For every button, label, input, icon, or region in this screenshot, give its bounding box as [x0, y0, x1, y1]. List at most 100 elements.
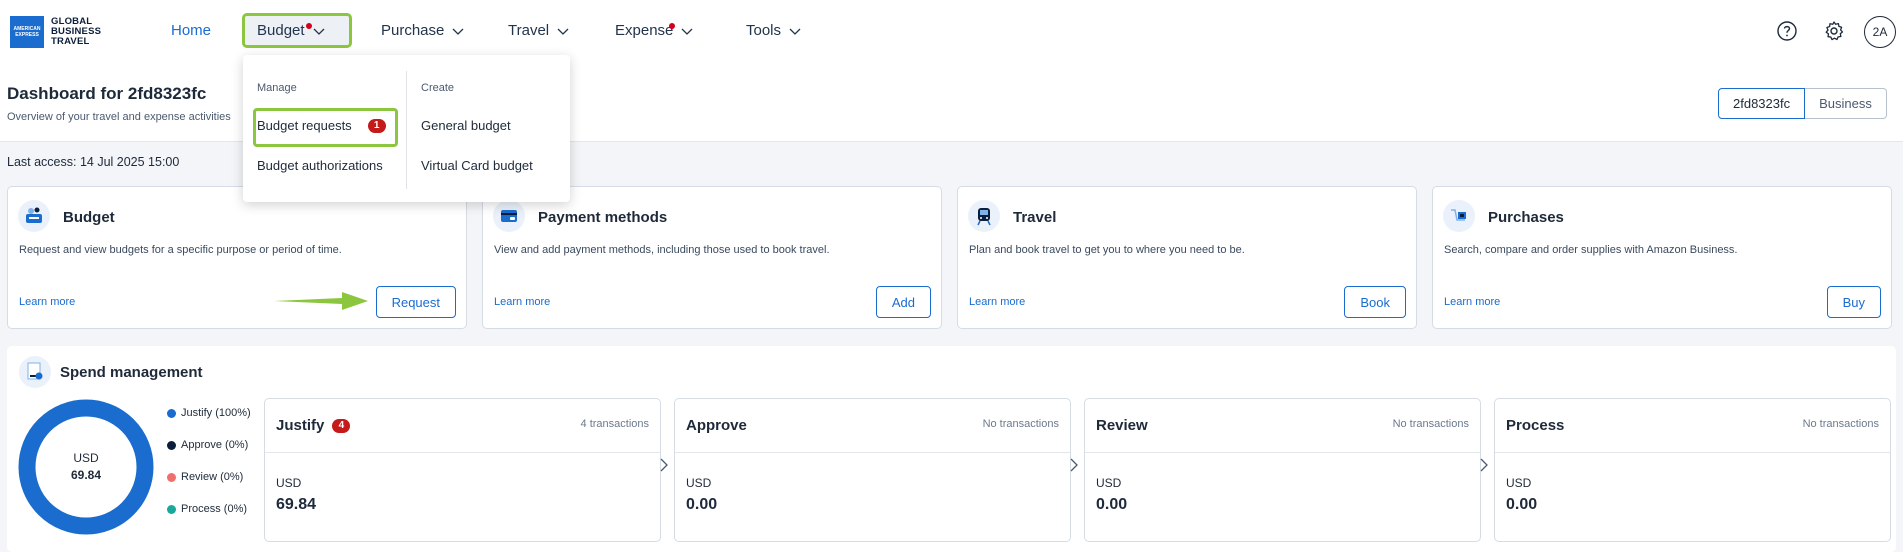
- nav-home-label: Home: [171, 22, 212, 39]
- stage-title: Approve: [686, 417, 747, 434]
- stage-review[interactable]: Review No transactions USD 0.00: [1084, 398, 1481, 542]
- budget-icon: [18, 200, 50, 232]
- request-button[interactable]: Request: [375, 286, 456, 318]
- document-icon: [19, 356, 51, 388]
- nav-budget[interactable]: Budget: [257, 22, 325, 39]
- top-navigation-bar: AMERICAN EXPRESS GLOBAL BUSINESS TRAVEL …: [0, 0, 1903, 62]
- legend-label: Review (0%): [181, 471, 244, 483]
- card-description: View and add payment methods, including …: [494, 244, 830, 256]
- chevron-right-icon: [660, 458, 668, 472]
- nav-tools-label: Tools: [746, 22, 782, 39]
- legend-item-process: Process (0%): [167, 493, 251, 525]
- donut-total: 69.84: [70, 468, 102, 482]
- card-description: Plan and book travel to get you to where…: [969, 244, 1245, 256]
- menu-item-budget-authorizations[interactable]: Budget authorizations: [257, 158, 383, 173]
- shopping-icon: [1443, 200, 1475, 232]
- stage-approve[interactable]: Approve No transactions USD 0.00: [674, 398, 1071, 542]
- learn-more-link[interactable]: Learn more: [1444, 296, 1500, 308]
- nav-travel-label: Travel: [508, 22, 550, 39]
- stage-currency: USD: [686, 476, 712, 490]
- justify-count-badge: 4: [332, 418, 351, 433]
- nav-home[interactable]: Home: [171, 22, 211, 39]
- buy-button[interactable]: Buy: [1826, 286, 1881, 318]
- card-description: Request and view budgets for a specific …: [19, 244, 342, 256]
- nav-travel[interactable]: Travel: [508, 22, 569, 39]
- expense-notification-dot: [669, 23, 675, 29]
- donut-legend: Justify (100%) Approve (0%) Review (0%) …: [167, 397, 251, 525]
- stage-currency: USD: [1096, 476, 1122, 490]
- profile-toggle: 2fd8323fc Business: [1718, 88, 1887, 119]
- budget-requests-badge: 1: [367, 118, 386, 133]
- card-title: Budget: [63, 209, 115, 226]
- stage-transaction-count: 4 transactions: [580, 418, 649, 430]
- payment-methods-card: Payment methods View and add payment met…: [482, 186, 942, 329]
- menu-item-general-budget[interactable]: General budget: [421, 118, 511, 133]
- spend-title: Spend management: [60, 364, 203, 381]
- stage-transaction-count: No transactions: [1802, 418, 1879, 430]
- stage-title: Review: [1096, 417, 1148, 434]
- legend-dot: [167, 440, 176, 450]
- legend-label: Approve (0%): [181, 439, 249, 451]
- stage-currency: USD: [1506, 476, 1532, 490]
- chevron-right-icon: [1070, 458, 1078, 472]
- stage-divider: [1495, 452, 1890, 453]
- user-avatar[interactable]: 2A: [1864, 16, 1896, 48]
- manage-heading: Manage: [257, 82, 297, 94]
- card-description: Search, compare and order supplies with …: [1444, 244, 1738, 256]
- stage-divider: [675, 452, 1070, 453]
- learn-more-link[interactable]: Learn more: [969, 296, 1025, 308]
- nav-purchase-label: Purchase: [381, 22, 445, 39]
- donut-currency: USD: [73, 451, 99, 465]
- chevron-down-icon: [313, 28, 325, 35]
- nav-budget-label: Budget: [257, 22, 305, 39]
- annotation-arrow-icon: [274, 292, 368, 310]
- legend-label: Justify (100%): [181, 407, 251, 419]
- stage-title-text: Review: [1096, 417, 1148, 434]
- nav-tools[interactable]: Tools: [746, 22, 801, 39]
- stage-title: Process: [1506, 417, 1564, 434]
- menu-divider: [406, 71, 407, 189]
- chevron-down-icon: [452, 28, 464, 35]
- add-button[interactable]: Add: [875, 286, 931, 318]
- wallet-icon: [493, 200, 525, 232]
- stage-amount: 0.00: [1506, 496, 1538, 513]
- stage-title-text: Process: [1506, 417, 1565, 434]
- legend-label: Process (0%): [181, 503, 248, 515]
- legend-dot: [167, 408, 176, 418]
- travel-card: Travel Plan and book travel to get you t…: [957, 186, 1417, 329]
- nav-purchase[interactable]: Purchase: [381, 22, 464, 39]
- menu-item-label: General budget: [421, 118, 511, 133]
- profile-toggle-business[interactable]: Business: [1805, 88, 1887, 119]
- learn-more-link[interactable]: Learn more: [494, 296, 550, 308]
- nav-expense[interactable]: Expense: [615, 22, 693, 39]
- legend-item-review: Review (0%): [167, 461, 251, 493]
- legend-item-approve: Approve (0%): [167, 429, 251, 461]
- chevron-down-icon: [681, 28, 693, 35]
- donut-center-label: USD 69.84: [17, 450, 155, 484]
- stage-process[interactable]: Process No transactions USD 0.00: [1494, 398, 1891, 542]
- train-icon: [968, 200, 1000, 232]
- stage-title-text: Justify: [276, 417, 325, 434]
- profile-toggle-personal[interactable]: 2fd8323fc: [1718, 88, 1806, 119]
- gear-icon[interactable]: [1823, 20, 1845, 42]
- card-title: Travel: [1013, 209, 1057, 226]
- menu-item-virtual-card-budget[interactable]: Virtual Card budget: [421, 158, 533, 173]
- legend-dot: [167, 504, 176, 514]
- stage-transaction-count: No transactions: [982, 418, 1059, 430]
- budget-notification-dot: [306, 23, 312, 29]
- book-button[interactable]: Book: [1344, 286, 1406, 318]
- page-subtitle: Overview of your travel and expense acti…: [7, 111, 231, 123]
- create-heading: Create: [421, 82, 455, 94]
- amex-gbt-logo[interactable]: AMERICAN EXPRESS GLOBAL BUSINESS TRAVEL: [10, 16, 101, 48]
- stage-title: Justify 4: [276, 417, 351, 434]
- stage-divider: [1085, 452, 1480, 453]
- learn-more-link[interactable]: Learn more: [19, 296, 75, 308]
- logo-line-3: TRAVEL: [51, 36, 90, 47]
- card-title: Purchases: [1488, 209, 1564, 226]
- menu-item-budget-requests[interactable]: Budget requests 1: [257, 118, 386, 133]
- stage-justify[interactable]: Justify 4 4 transactions USD 69.84: [264, 398, 661, 542]
- page-title: Dashboard for 2fd8323fc: [7, 84, 207, 103]
- logo-brand-text: AMERICAN EXPRESS: [13, 26, 41, 38]
- help-icon[interactable]: [1776, 20, 1798, 42]
- chevron-down-icon: [557, 28, 569, 35]
